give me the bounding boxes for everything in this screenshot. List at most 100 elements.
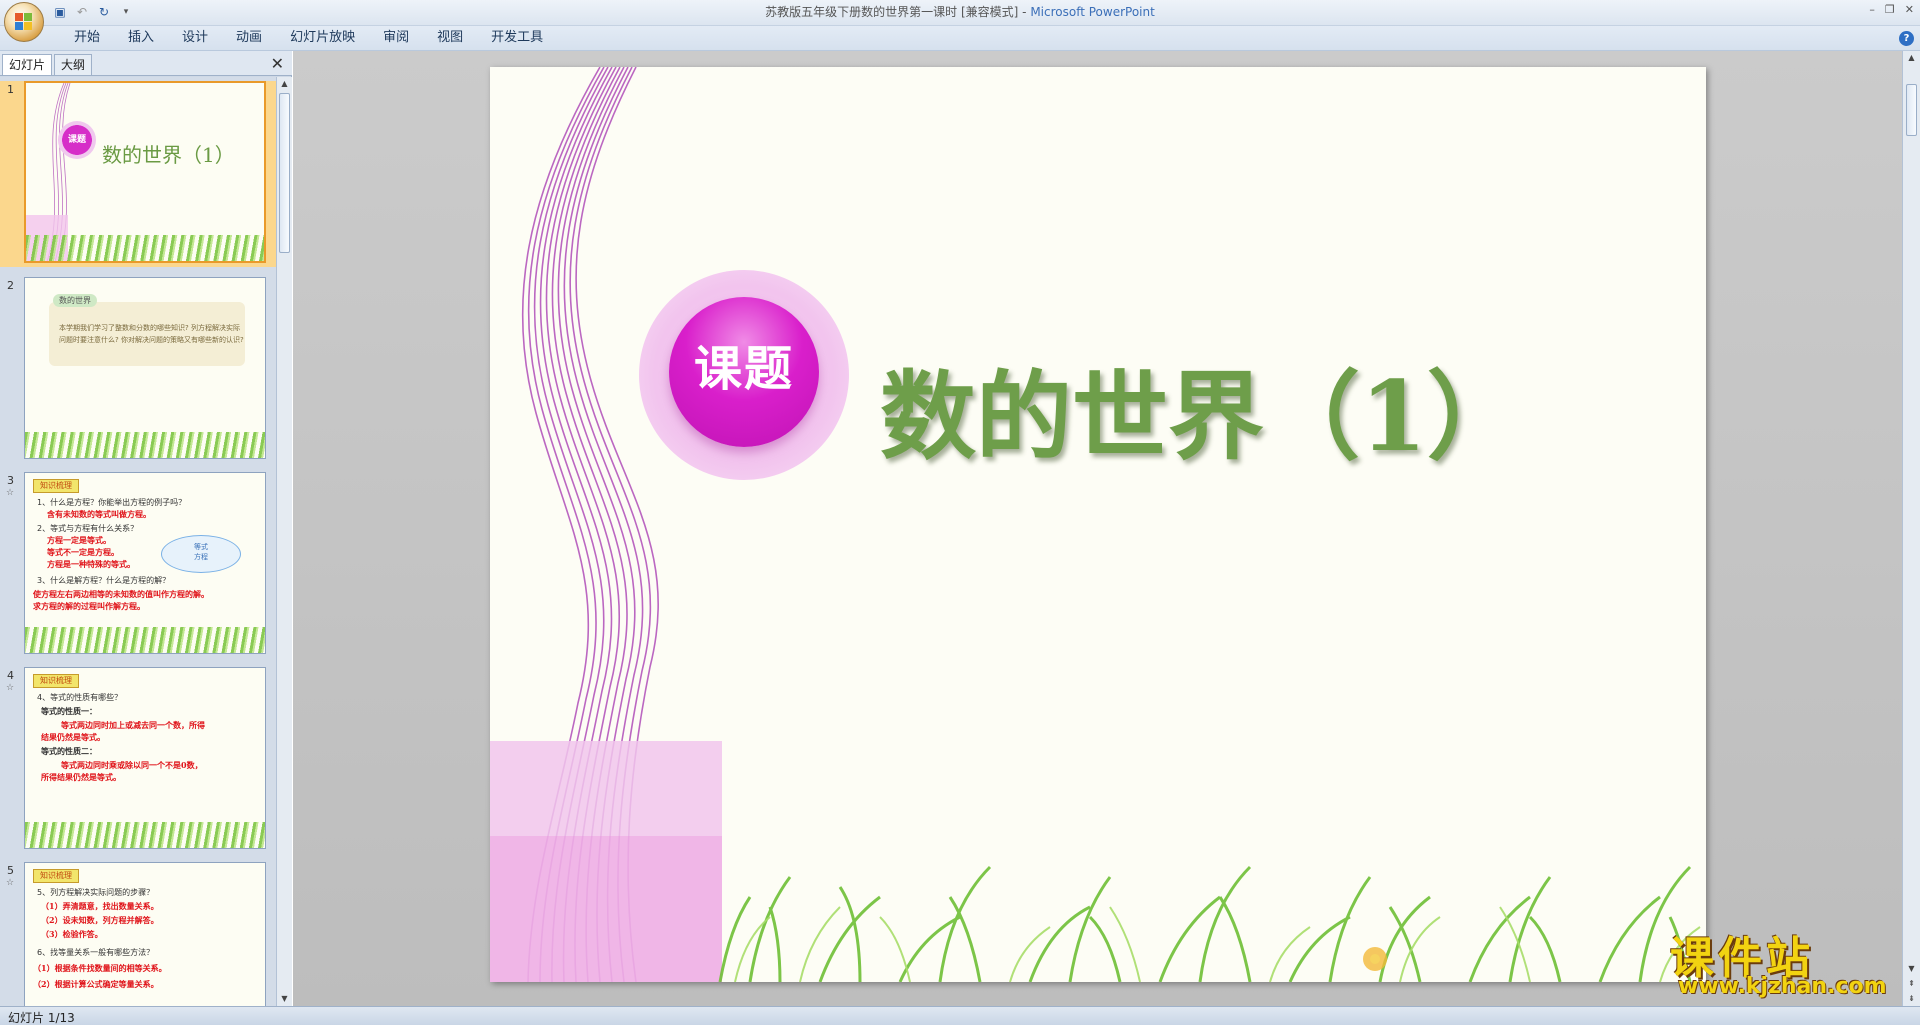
thumbnail-line: 结果仍然是等式。 bbox=[41, 732, 105, 742]
thumbnail-number: 2 bbox=[7, 279, 14, 292]
close-window-icon[interactable]: ✕ bbox=[1905, 3, 1914, 16]
tab-animations[interactable]: 动画 bbox=[222, 26, 276, 50]
thumbnail-line: 3、什么是解方程？什么是方程的解？ bbox=[37, 576, 171, 585]
thumbnail-line: 4、等式的性质有哪些？ bbox=[37, 693, 123, 702]
thumbnail-slide-5[interactable]: 5 ☆ 知识梳理 5、列方程解决实际问题的步骤？ （1）弄清题意，找出数量关系。… bbox=[0, 862, 276, 1006]
thumbnail-slide-4[interactable]: 4 ☆ 知识梳理 4、等式的性质有哪些？ 等式的性质一： 等式两边同时加上或减去… bbox=[0, 667, 276, 853]
thumbnail-line: （1）根据条件找数量间的相等关系。 bbox=[33, 963, 167, 973]
thumbnail-preview[interactable]: 知识梳理 4、等式的性质有哪些？ 等式的性质一： 等式两边同时加上或减去同一个数… bbox=[24, 667, 266, 849]
thumbnail-tag: 知识梳理 bbox=[33, 674, 79, 688]
grass-graphic bbox=[718, 865, 1701, 982]
tab-insert[interactable]: 插入 bbox=[114, 26, 168, 50]
thumbnail-grass bbox=[25, 822, 265, 848]
thumbnail-number: 5 bbox=[7, 864, 14, 877]
thumbnail-number: 4 bbox=[7, 669, 14, 682]
thumbnail-grass bbox=[26, 235, 264, 261]
tab-design[interactable]: 设计 bbox=[168, 26, 222, 50]
thumbnail-line: 等式的性质二： bbox=[41, 747, 97, 756]
previous-slide-icon[interactable]: ⇞ bbox=[1904, 977, 1919, 991]
tab-review[interactable]: 审阅 bbox=[369, 26, 423, 50]
tab-view[interactable]: 视图 bbox=[423, 26, 477, 50]
scroll-up-icon[interactable]: ▲ bbox=[1904, 51, 1919, 65]
tab-home[interactable]: 开始 bbox=[60, 26, 114, 50]
app-name: Microsoft PowerPoint bbox=[1030, 5, 1155, 19]
thumbnail-list: 1 课题 数的世界（1） 2 数的世界 本学期我们学习了整数和分数的哪些知识? … bbox=[0, 77, 276, 1006]
office-button[interactable] bbox=[4, 2, 44, 42]
slide-scrollbar[interactable]: ▲ ▼ ⇞ ⇟ bbox=[1902, 51, 1920, 1006]
animation-star-icon: ☆ bbox=[6, 878, 15, 888]
thumbnail-slide-1[interactable]: 1 课题 数的世界（1） bbox=[0, 81, 276, 267]
next-slide-icon[interactable]: ⇟ bbox=[1904, 992, 1919, 1006]
document-title: 苏教版五年级下册数的世界第一课时 [兼容模式] - bbox=[765, 5, 1031, 19]
venn-label-inner: 方程 bbox=[194, 553, 208, 561]
thumbnail-grass bbox=[25, 432, 265, 458]
office-logo-icon bbox=[15, 13, 33, 31]
thumbnail-line: （2）设未知数，列方程并解答。 bbox=[41, 915, 159, 925]
animation-star-icon: ☆ bbox=[6, 683, 15, 693]
thumbnail-line: （2）根据计算公式确定等量关系。 bbox=[33, 979, 159, 989]
thumbnail-line: 1、什么是方程？你能举出方程的例子吗？ bbox=[37, 498, 187, 507]
scroll-up-icon[interactable]: ▲ bbox=[277, 77, 292, 91]
thumbnail-preview[interactable]: 课题 数的世界（1） bbox=[24, 81, 266, 263]
title-bar: ▣ ↶ ↻ ▾ 苏教版五年级下册数的世界第一课时 [兼容模式] - Micros… bbox=[0, 0, 1920, 26]
thumbnail-venn-diagram: 等式 方程 bbox=[161, 535, 241, 573]
thumbnail-line: 5、列方程解决实际问题的步骤？ bbox=[37, 888, 155, 897]
thumbnail-text: 本学期我们学习了整数和分数的哪些知识? 列方程解决实际问题时要注意什么? 你对解… bbox=[59, 324, 244, 344]
thumbnail-tag: 数的世界 bbox=[53, 294, 97, 307]
status-bar: 幻灯片 1/13 bbox=[0, 1006, 1920, 1025]
thumbnail-line: 求方程的解的过程叫作解方程。 bbox=[33, 601, 145, 611]
thumbnail-preview[interactable]: 数的世界 本学期我们学习了整数和分数的哪些知识? 列方程解决实际问题时要注意什么… bbox=[24, 277, 266, 459]
thumbnail-preview[interactable]: 知识梳理 5、列方程解决实际问题的步骤？ （1）弄清题意，找出数量关系。 （2）… bbox=[24, 862, 266, 1006]
thumbnail-tag: 知识梳理 bbox=[33, 479, 79, 493]
ribbon-tabs: 开始 插入 设计 动画 幻灯片放映 审阅 视图 开发工具 bbox=[60, 26, 557, 50]
topic-badge-label: 课题 bbox=[693, 341, 794, 397]
thumbnail-number: 3 bbox=[7, 474, 14, 487]
window-title: 苏教版五年级下册数的世界第一课时 [兼容模式] - Microsoft Powe… bbox=[0, 0, 1920, 24]
slide-title[interactable]: 数的世界（1） bbox=[880, 339, 1523, 478]
current-slide[interactable]: 课题 数的世界（1） bbox=[490, 67, 1706, 982]
thumbnail-line: 方程一定是等式。 bbox=[47, 535, 111, 545]
thumbnail-number: 1 bbox=[7, 83, 14, 96]
thumbnail-preview[interactable]: 知识梳理 1、什么是方程？你能举出方程的例子吗？ 含有未知数的等式叫做方程。 2… bbox=[24, 472, 266, 654]
tab-slideshow[interactable]: 幻灯片放映 bbox=[276, 26, 369, 50]
thumbnail-line: （3）检验作答。 bbox=[41, 929, 103, 939]
thumbnail-line: 含有未知数的等式叫做方程。 bbox=[47, 509, 151, 519]
close-panel-icon[interactable]: ✕ bbox=[271, 54, 284, 73]
thumbnail-line: 2、等式与方程有什么关系？ bbox=[37, 524, 139, 533]
watermark-url: www.kjzhan.com bbox=[1678, 974, 1887, 999]
animation-star-icon: ☆ bbox=[6, 488, 15, 498]
thumbnail-tag: 知识梳理 bbox=[33, 869, 79, 883]
minimize-icon[interactable]: – bbox=[1869, 3, 1875, 16]
scrollbar-thumb[interactable] bbox=[1906, 84, 1917, 136]
thumbnail-line: 所得结果仍然是等式。 bbox=[41, 772, 121, 782]
scroll-down-icon[interactable]: ▼ bbox=[277, 992, 292, 1006]
thumbnail-line: 6、找等量关系一般有哪些方法？ bbox=[37, 948, 155, 957]
thumbnail-slide-2[interactable]: 2 数的世界 本学期我们学习了整数和分数的哪些知识? 列方程解决实际问题时要注意… bbox=[0, 277, 276, 463]
thumbnail-grass bbox=[25, 627, 265, 653]
thumbnail-slide-3[interactable]: 3 ☆ 知识梳理 1、什么是方程？你能举出方程的例子吗？ 含有未知数的等式叫做方… bbox=[0, 472, 276, 658]
scroll-down-icon[interactable]: ▼ bbox=[1904, 962, 1919, 976]
slides-panel: 幻灯片 大纲 ✕ 1 课题 数的世界（1） 2 数的世界 本学期我们学习了整数和… bbox=[0, 51, 292, 1006]
scrollbar-thumb[interactable] bbox=[279, 93, 290, 253]
pink-block-bottom bbox=[490, 836, 722, 982]
thumbnail-title: 数的世界（1） bbox=[102, 143, 235, 167]
thumbnail-line: 等式不一定是方程。 bbox=[47, 547, 119, 557]
restore-icon[interactable]: ❐ bbox=[1885, 3, 1895, 16]
window-controls: – ❐ ✕ bbox=[1869, 3, 1914, 16]
pink-block-top bbox=[490, 741, 722, 836]
ribbon: 开始 插入 设计 动画 幻灯片放映 审阅 视图 开发工具 ? bbox=[0, 26, 1920, 51]
slide-count-status: 幻灯片 1/13 bbox=[8, 1011, 75, 1025]
thumbnail-line: 使方程左右两边相等的未知数的值叫作方程的解。 bbox=[33, 589, 209, 599]
help-icon[interactable]: ? bbox=[1899, 31, 1914, 46]
slide-editing-area: 课题 数的世界（1） bbox=[293, 51, 1902, 1006]
tab-developer[interactable]: 开发工具 bbox=[477, 26, 557, 50]
thumbnail-line: 等式两边同时乘或除以同一个不是0数， bbox=[61, 760, 203, 770]
thumbnail-line: 等式的性质一： bbox=[41, 707, 97, 716]
thumbnail-line: 等式两边同时加上或减去同一个数，所得 bbox=[61, 720, 205, 730]
thumbnail-badge: 课题 bbox=[58, 121, 96, 159]
thumbnail-scrollbar[interactable]: ▲ ▼ bbox=[276, 77, 292, 1006]
thumbnail-line: （1）弄清题意，找出数量关系。 bbox=[41, 901, 159, 911]
panel-tabs: 幻灯片 大纲 ✕ bbox=[0, 51, 292, 76]
tab-outline[interactable]: 大纲 bbox=[54, 54, 93, 75]
tab-slides[interactable]: 幻灯片 bbox=[2, 54, 53, 75]
